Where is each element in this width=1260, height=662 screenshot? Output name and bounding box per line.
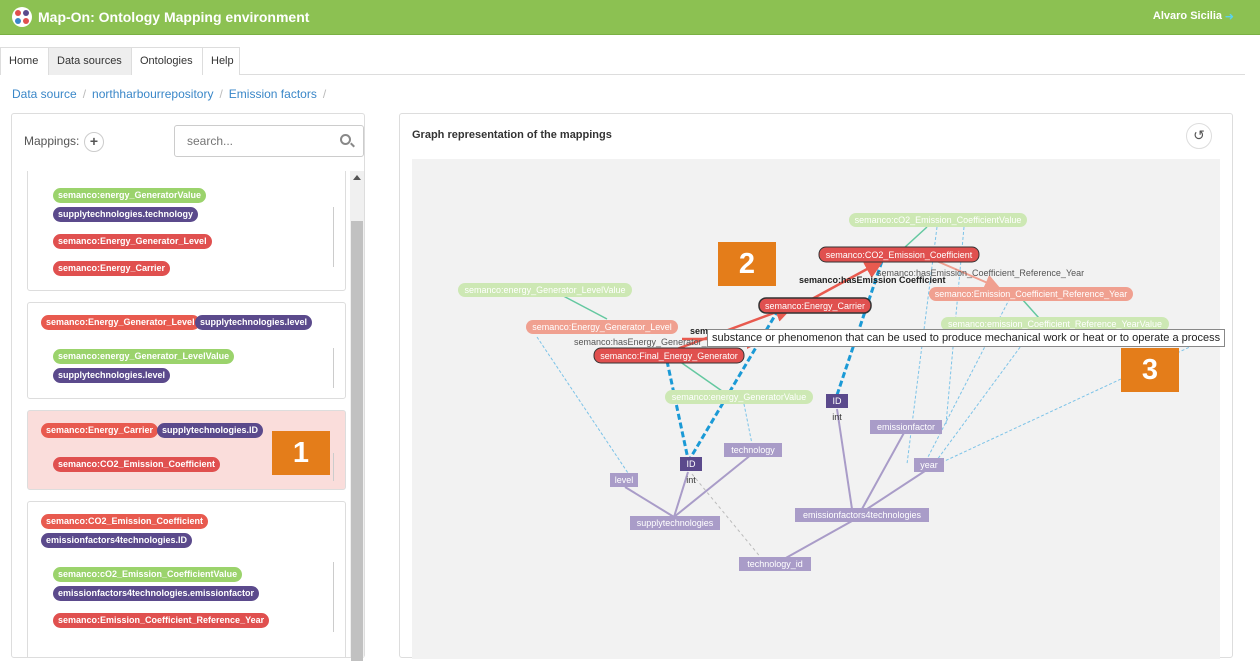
graph-node-datatype: int — [686, 475, 696, 485]
edge-label: sem — [690, 326, 708, 336]
mapping-tag: semanco:Energy_Generator_Level — [53, 234, 212, 249]
main-tabs: Home Data sources Ontologies Help — [0, 47, 1245, 75]
app-title: Map-On: Ontology Mapping environment — [38, 9, 310, 25]
graph-node-label: semanco:cO2_Emission_CoefficientValue — [855, 215, 1022, 225]
graph-node-label: semanco:energy_Generator_LevelValue — [465, 285, 626, 295]
graph-node-label: level — [615, 475, 634, 485]
mapping-graph[interactable]: semanco:hasEmission Coefficient semanco:… — [412, 159, 1220, 659]
mapping-tag: semanco:Emission_Coefficient_Reference_Y… — [53, 613, 270, 628]
mapping-tag: semanco:energy_GeneratorValue — [53, 188, 207, 203]
scroll-up-arrow-icon[interactable] — [353, 175, 361, 180]
top-bar: Map-On: Ontology Mapping environment Alv… — [0, 0, 1260, 35]
tab-help[interactable]: Help — [202, 47, 240, 75]
breadcrumb-data-source[interactable]: Data source — [12, 87, 77, 101]
mappings-list: semanco:energy_GeneratorValue supplytech… — [13, 171, 349, 657]
graph-node-label: semanco:Energy_Carrier — [765, 301, 865, 311]
sign-out-icon[interactable]: ➜ — [1225, 10, 1234, 23]
graph-node-label: emissionfactors4technologies — [803, 510, 922, 520]
undo-icon: ↺ — [1193, 127, 1205, 143]
graph-node-label: supplytechnologies — [637, 518, 714, 528]
mapping-tag: emissionfactors4technologies.emissionfac… — [53, 586, 260, 601]
plus-icon: + — [89, 133, 99, 149]
graph-node-label: technology — [731, 445, 775, 455]
mapping-tag: supplytechnologies.level — [53, 368, 171, 383]
add-mapping-button[interactable]: + — [84, 132, 104, 152]
mappings-panel: Mappings: + semanco:energy_GeneratorValu… — [11, 113, 365, 661]
graph-node-label: year — [920, 460, 938, 470]
graph-node-datatype: int — [832, 412, 842, 422]
graph-node-label: semanco:Final_Energy_Generator — [600, 351, 738, 361]
breadcrumb-repository[interactable]: northharbourrepository — [92, 87, 213, 101]
node-tooltip: substance or phenomenon that can be used… — [707, 329, 1226, 347]
mapping-card[interactable]: semanco:energy_GeneratorValue supplytech… — [27, 171, 346, 291]
mapping-card[interactable]: semanco:Energy_Generator_Level supplytec… — [27, 302, 346, 399]
mapping-tag: emissionfactors4technologies.ID — [41, 533, 193, 548]
mapping-tag: semanco:cO2_Emission_CoefficientValue — [53, 567, 243, 582]
scroll-thumb[interactable] — [351, 221, 363, 661]
callout-badge-1: 1 — [272, 431, 330, 475]
mapping-card-selected[interactable]: semanco:Energy_Carrier supplytechnologie… — [27, 410, 346, 490]
edge-label: semanco:hasEmission_Coefficient_Referenc… — [877, 268, 1084, 278]
graph-node-label: semanco:emission_Coefficient_Reference_Y… — [948, 319, 1162, 329]
breadcrumb-emission-factors[interactable]: Emission factors — [229, 87, 317, 101]
mapping-tag: supplytechnologies.technology — [53, 207, 199, 222]
callout-badge-3: 3 — [1121, 348, 1179, 392]
app-logo-icon — [12, 7, 32, 27]
graph-node-label: emissionfactor — [877, 422, 935, 432]
graph-node-label: ID — [687, 459, 697, 469]
tab-data-sources[interactable]: Data sources — [48, 47, 132, 75]
breadcrumb: Data source / northharbourrepository / Emiss… — [12, 87, 327, 101]
mapping-tag: semanco:Energy_Carrier — [53, 261, 171, 276]
graph-title: Graph representation of the mappings — [412, 129, 612, 141]
graph-node-label: technology_id — [747, 559, 803, 569]
mapping-tag: supplytechnologies.level — [195, 315, 313, 330]
graph-panel: Graph representation of the mappings ↺ s… — [399, 113, 1233, 659]
graph-canvas[interactable]: semanco:hasEmission Coefficient semanco:… — [412, 159, 1220, 659]
reset-graph-button[interactable]: ↺ — [1186, 123, 1212, 149]
mapping-tag: semanco:CO2_Emission_Coefficient — [41, 514, 209, 529]
graph-node-label: semanco:CO2_Emission_Coefficient — [826, 250, 973, 260]
callout-badge-2: 2 — [718, 242, 776, 286]
mapping-card[interactable]: semanco:CO2_Emission_Coefficient emissio… — [27, 501, 346, 657]
graph-node-label: ID — [833, 396, 843, 406]
edge-label: semanco:hasEnergy_Generator_Level — [574, 337, 728, 347]
mappings-label: Mappings: — [24, 134, 80, 148]
search-icon[interactable] — [340, 134, 351, 145]
search-input[interactable] — [174, 125, 364, 157]
mapping-tag: semanco:energy_Generator_LevelValue — [53, 349, 235, 364]
graph-node-label: semanco:Energy_Generator_Level — [532, 322, 672, 332]
mapping-tag: semanco:Energy_Carrier — [41, 423, 159, 438]
user-name[interactable]: Alvaro Sicilia — [1153, 10, 1222, 22]
mapping-tag: supplytechnologies.ID — [157, 423, 264, 438]
mapping-tag: semanco:Energy_Generator_Level — [41, 315, 200, 330]
tab-home[interactable]: Home — [0, 47, 49, 75]
mapping-tag: semanco:CO2_Emission_Coefficient — [53, 457, 221, 472]
tab-ontologies[interactable]: Ontologies — [131, 47, 203, 75]
graph-node-label: semanco:energy_GeneratorValue — [672, 392, 806, 402]
graph-node-label: semanco:Emission_Coefficient_Reference_Y… — [935, 289, 1128, 299]
mappings-scrollbar[interactable] — [350, 171, 364, 661]
